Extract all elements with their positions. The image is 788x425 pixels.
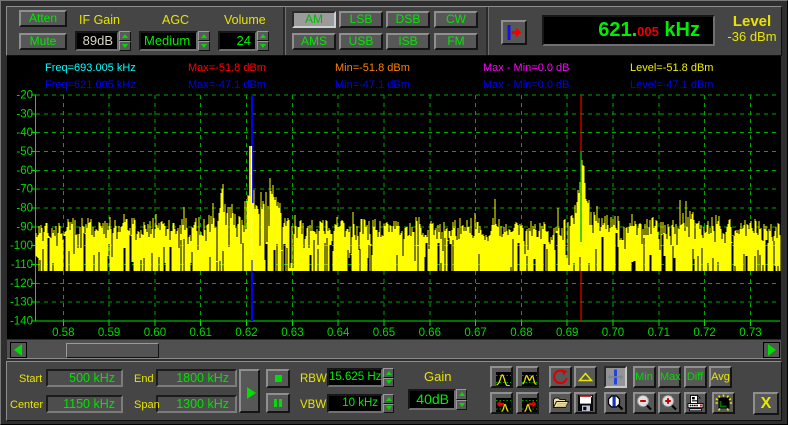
- svg-text:0.63: 0.63: [281, 327, 303, 339]
- svg-text:0.64: 0.64: [327, 327, 350, 339]
- svg-text:0.60: 0.60: [144, 327, 166, 339]
- svg-text:-40: -40: [16, 127, 33, 139]
- svg-text:-110: -110: [11, 259, 33, 271]
- svg-text:0.65: 0.65: [373, 327, 395, 339]
- svg-text:0.69: 0.69: [556, 327, 578, 339]
- svg-text:-70: -70: [16, 184, 33, 196]
- svg-text:-100: -100: [10, 240, 33, 252]
- svg-text:0.68: 0.68: [510, 327, 532, 339]
- svg-text:-30: -30: [16, 108, 33, 120]
- svg-text:0.58: 0.58: [52, 327, 74, 339]
- svg-text:-20: -20: [16, 90, 33, 102]
- svg-text:0.62: 0.62: [235, 327, 257, 339]
- svg-text:-130: -130: [10, 297, 33, 309]
- svg-text:-90: -90: [16, 221, 33, 233]
- svg-text:0.70: 0.70: [602, 327, 624, 339]
- svg-text:0.61: 0.61: [190, 327, 212, 339]
- svg-text:-120: -120: [10, 278, 33, 290]
- svg-text:0.66: 0.66: [419, 327, 441, 339]
- svg-text:0.67: 0.67: [464, 327, 486, 339]
- svg-text:-80: -80: [16, 203, 33, 215]
- svg-text:-50: -50: [16, 146, 33, 158]
- svg-text:-60: -60: [16, 165, 33, 177]
- svg-text:0.73: 0.73: [739, 327, 761, 339]
- svg-text:0.59: 0.59: [98, 327, 120, 339]
- svg-text:0.72: 0.72: [693, 327, 715, 339]
- svg-text:0.71: 0.71: [648, 327, 670, 339]
- svg-text:-140: -140: [10, 316, 33, 328]
